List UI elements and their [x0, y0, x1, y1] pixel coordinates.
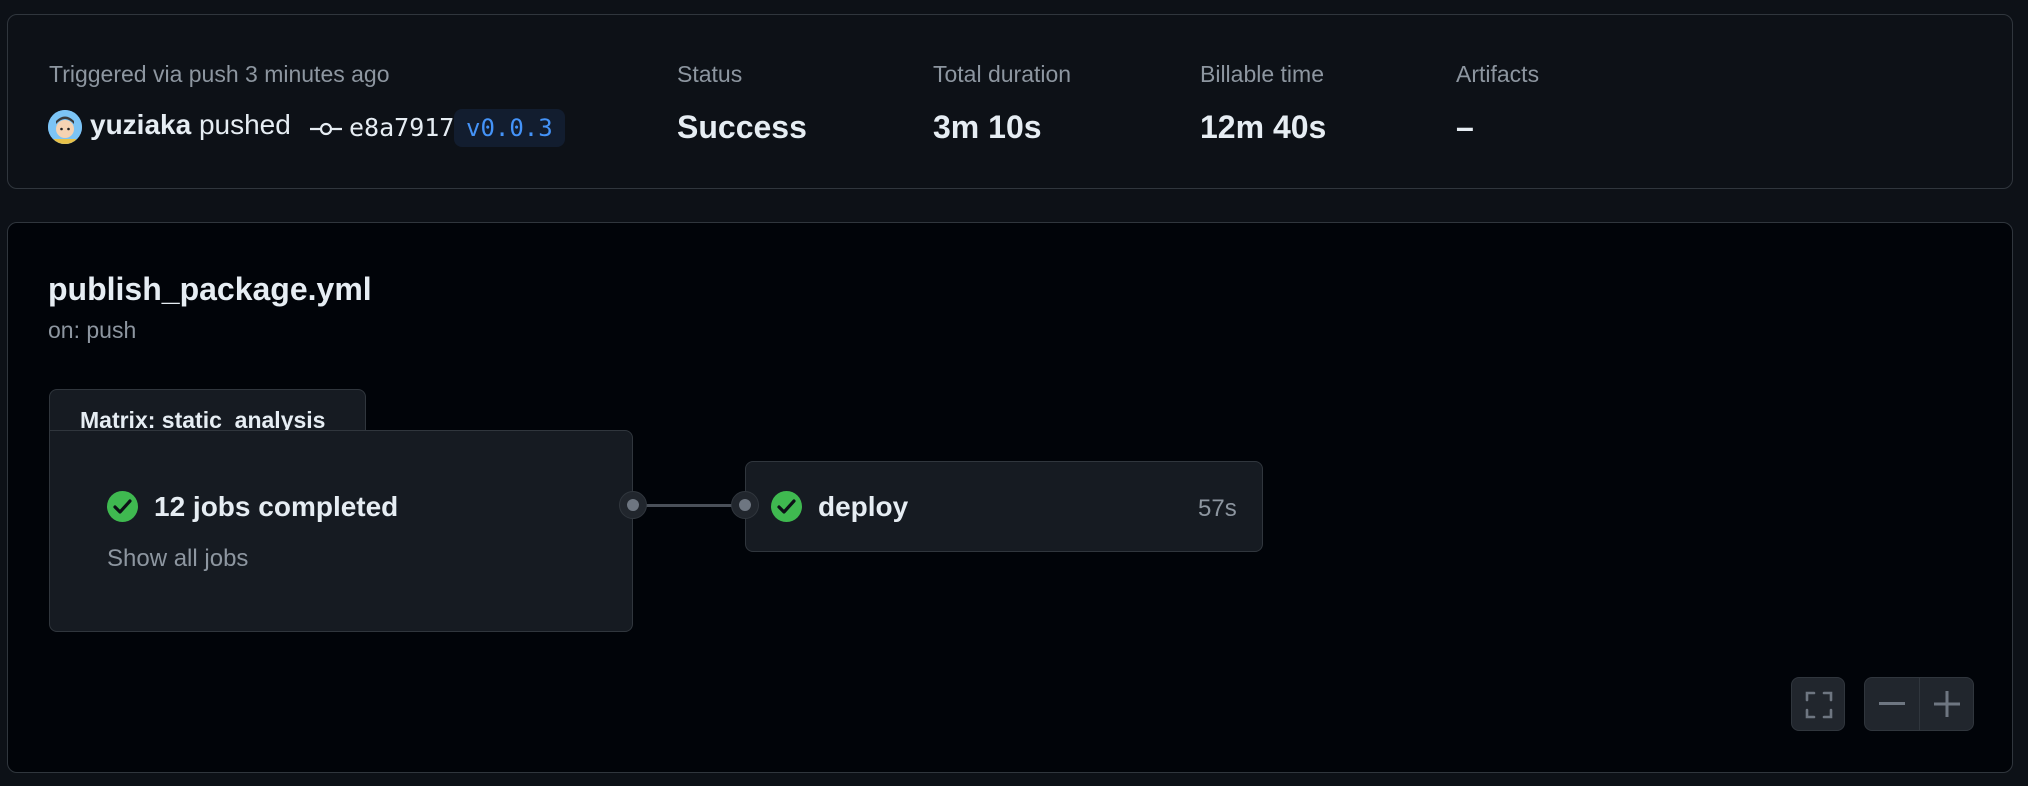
deploy-job-name: deploy: [818, 491, 909, 522]
billable-label: Billable time: [1200, 61, 1324, 87]
run-summary-card: Triggered via push 3 minutes ago yuziaka…: [7, 14, 2013, 189]
billable-value: 12m 40s: [1200, 109, 1327, 145]
tag-badge[interactable]: v0.0.3: [454, 109, 565, 147]
matrix-job-group[interactable]: [49, 430, 633, 632]
workflow-graph-card: publish_package.yml on: push Matrix: sta…: [7, 222, 2013, 773]
trigger-text: Triggered via push 3 minutes ago: [49, 61, 390, 87]
minus-icon: [1879, 702, 1905, 705]
duration-label: Total duration: [933, 61, 1072, 87]
show-all-jobs-link[interactable]: Show all jobs: [107, 545, 248, 573]
status-value: Success: [677, 109, 807, 145]
matrix-output-node: [619, 491, 647, 519]
artifacts-value: –: [1456, 109, 1474, 145]
actor-name[interactable]: yuziaka: [90, 109, 191, 140]
success-check-icon: [107, 491, 138, 522]
status-label: Status: [677, 61, 743, 87]
zoom-controls: [1864, 677, 1974, 731]
actor-line: yuziaka pushed: [90, 109, 291, 141]
actor-action: pushed: [198, 109, 291, 140]
zoom-out-button[interactable]: [1865, 678, 1919, 730]
plus-icon: [1934, 691, 1960, 717]
zoom-in-button[interactable]: [1920, 678, 1974, 730]
workflow-trigger: on: push: [48, 317, 137, 343]
fullscreen-button[interactable]: [1791, 677, 1845, 731]
success-check-icon: [771, 491, 802, 522]
artifacts-label: Artifacts: [1456, 61, 1540, 87]
matrix-jobs-summary: 12 jobs completed: [154, 491, 399, 522]
actor-avatar[interactable]: [48, 110, 82, 144]
duration-value: 3m 10s: [933, 109, 1042, 145]
deploy-job-duration: 57s: [1198, 495, 1237, 522]
fullscreen-icon: [1805, 691, 1833, 719]
commit-sha-link[interactable]: e8a7917: [349, 113, 454, 142]
git-commit-icon: [310, 122, 342, 136]
workflow-file-title[interactable]: publish_package.yml: [48, 271, 372, 308]
deploy-input-node: [731, 491, 759, 519]
